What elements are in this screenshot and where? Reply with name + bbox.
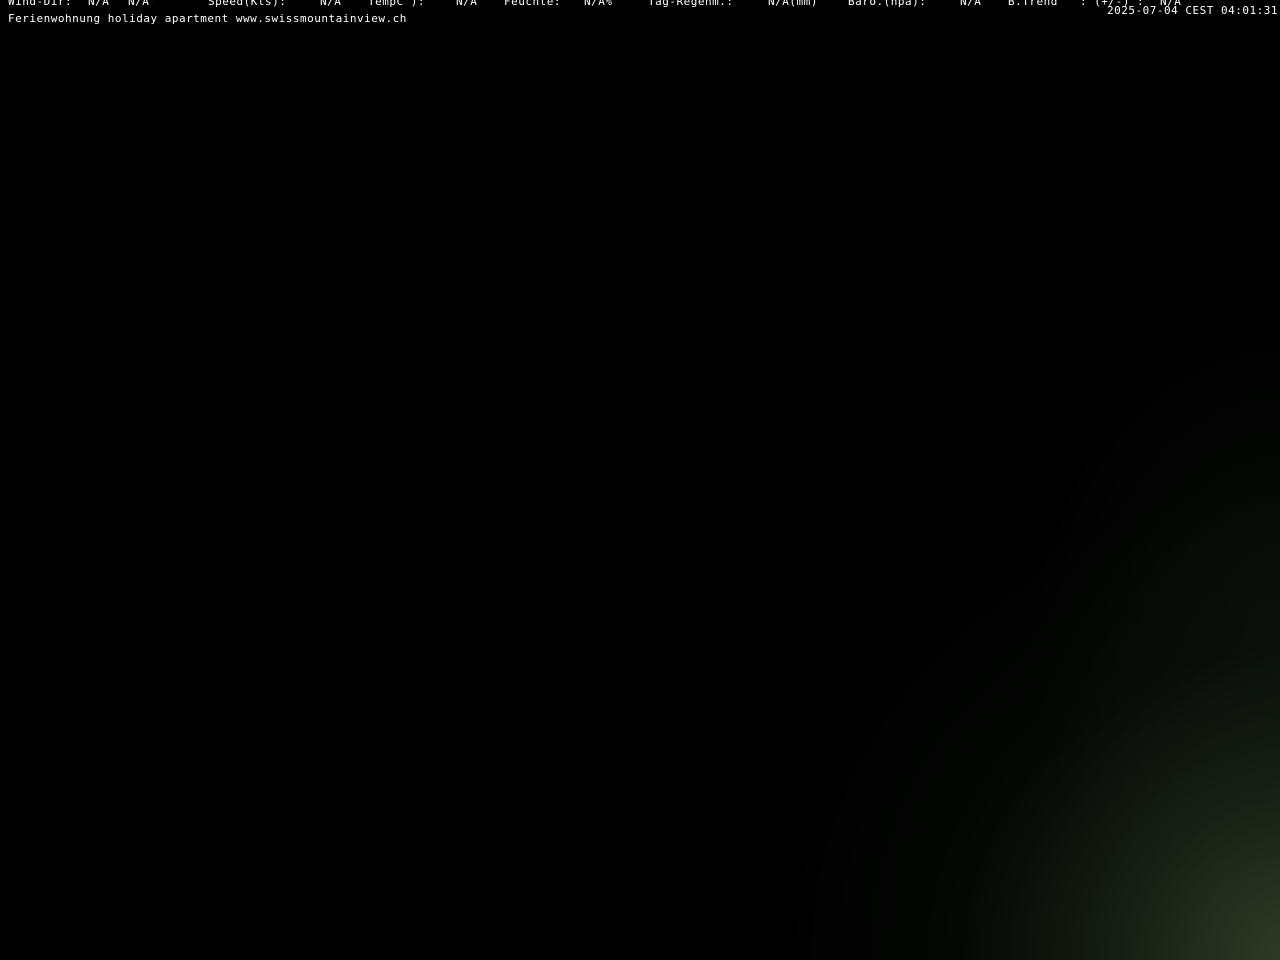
temp-label: TempC°): <box>368 0 425 8</box>
speed-label: Speed(Kts): <box>208 0 287 8</box>
baro-label: Baro.(hpa): <box>848 0 927 8</box>
night-scene-image <box>0 0 1280 960</box>
speed-value: N/A <box>320 0 342 8</box>
wind-dir-label: Wind-Dir: <box>8 0 73 8</box>
timestamp: 2025-07-04 CEST 04:01:31 <box>1107 4 1278 17</box>
rain-label: Tag-Regenm.: <box>648 0 734 8</box>
humidity-value: N/A% <box>584 0 613 8</box>
baro-value: N/A <box>960 0 982 8</box>
wind-dir-value: N/A <box>88 0 110 8</box>
trend-label: B.Trend <box>1008 0 1058 8</box>
temp-value: N/A <box>456 0 478 8</box>
weather-overlay-strip: Wind-Dir: N/A N/A° Speed(Kts): N/A TempC… <box>8 0 1188 8</box>
webcam-frame: Wind-Dir: N/A N/A° Speed(Kts): N/A TempC… <box>0 0 1280 960</box>
humidity-label: Feuchte: <box>504 0 561 8</box>
wind-deg-value: N/A° <box>128 0 157 8</box>
caption: Ferienwohnung holiday apartment www.swis… <box>8 12 407 25</box>
rain-value: N/A(mm) <box>768 0 818 8</box>
